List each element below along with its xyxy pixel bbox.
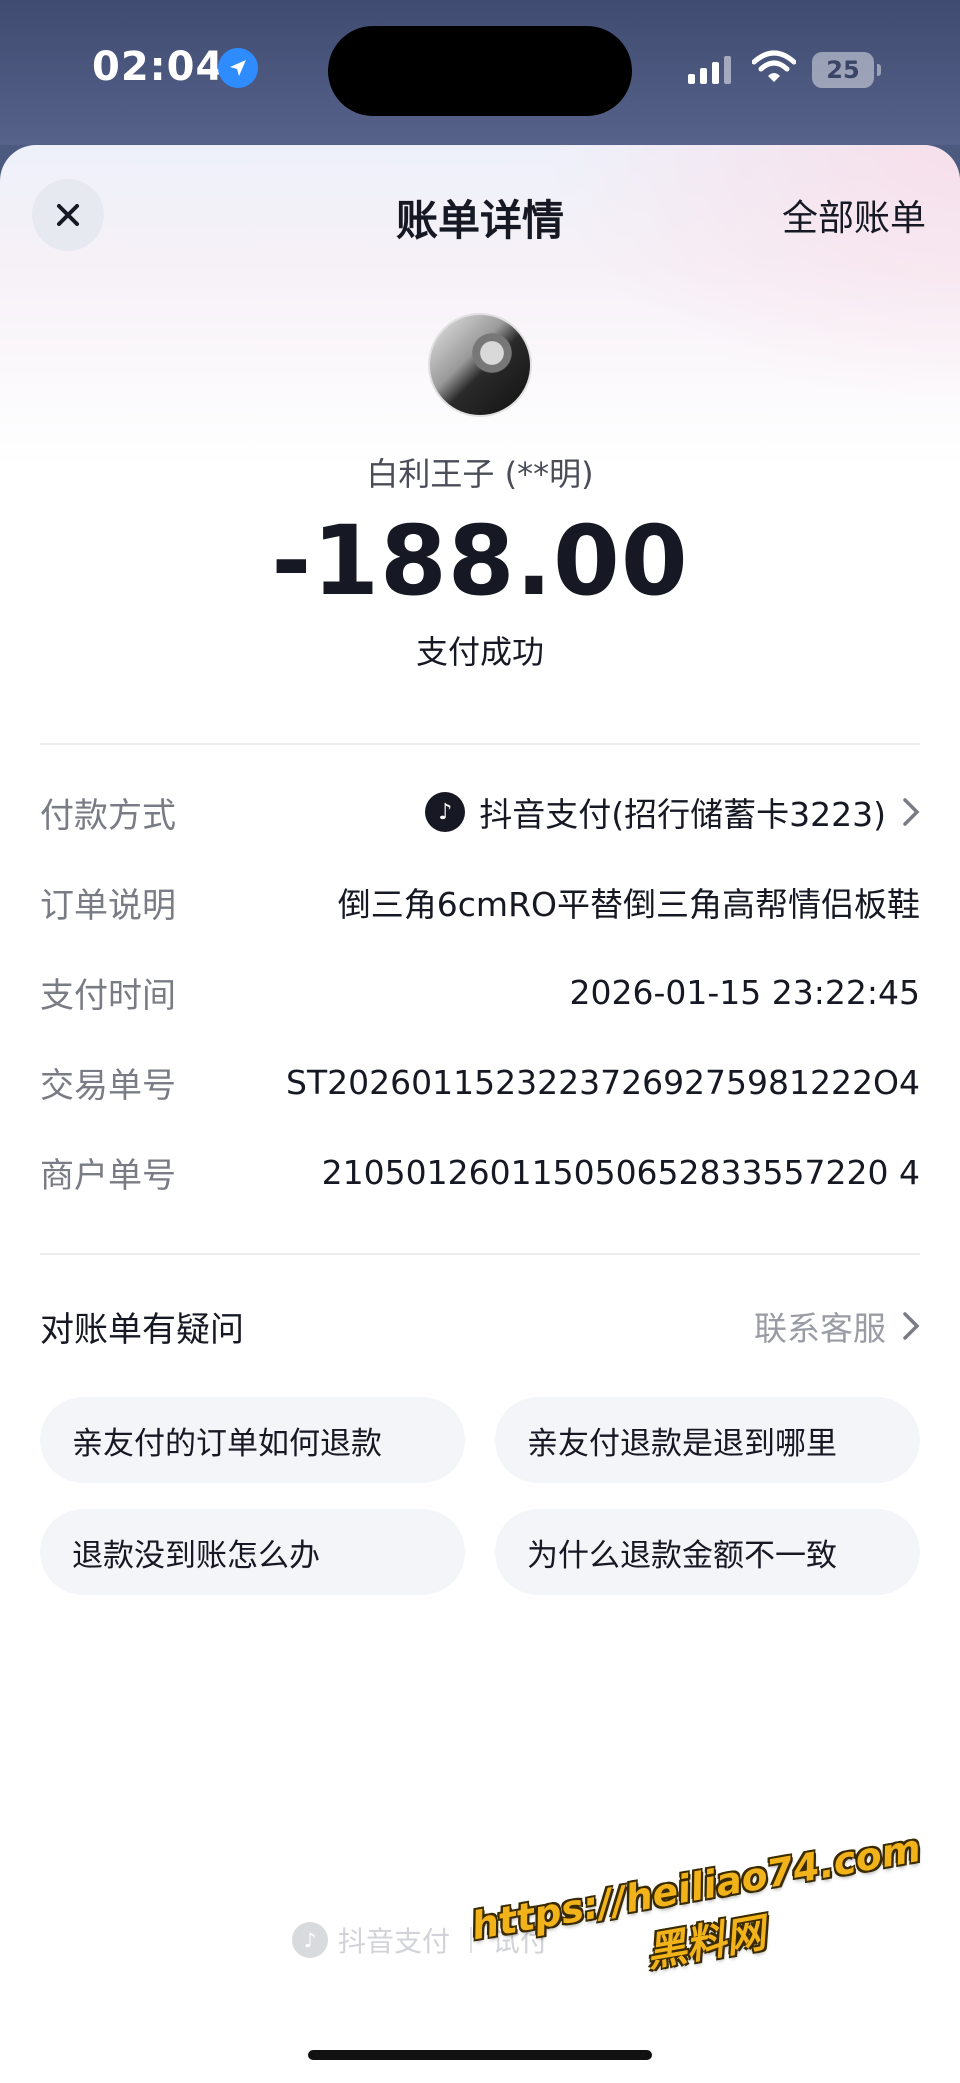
battery-level: 25 [826, 56, 860, 84]
detail-row-pay-time: 支付时间 2026-01-15 23:22:45 [40, 947, 920, 1037]
faq-chip[interactable]: 亲友付的订单如何退款 [40, 1397, 465, 1483]
detail-label: 交易单号 [40, 1065, 176, 1106]
footer-brand-label: 抖音支付 [338, 1925, 451, 1958]
detail-row-payment-method[interactable]: 付款方式 ♪ 抖音支付(招行储蓄卡3223) [40, 767, 920, 857]
detail-value: 倒三角6cmRO平替倒三角高帮情侣板鞋 [337, 885, 920, 924]
payment-amount: -188.00 [271, 505, 689, 617]
detail-value: ♪ 抖音支付(招行储蓄卡3223) [425, 788, 920, 836]
faq-chip[interactable]: 亲友付退款是退到哪里 [495, 1397, 920, 1483]
contact-service-link[interactable]: 联系客服 [754, 1302, 920, 1350]
detail-value: 2026-01-15 23:22:45 [569, 972, 920, 1012]
avatar [428, 313, 532, 417]
detail-label: 支付时间 [40, 975, 176, 1016]
contact-service-label: 联系客服 [754, 1309, 886, 1348]
help-row: 对账单有疑问 联系客服 [40, 1291, 920, 1361]
detail-list: 付款方式 ♪ 抖音支付(招行储蓄卡3223) 订单说明 倒三角6cmRO平替倒三… [40, 767, 920, 1217]
tiktok-pay-logo-icon: ♪ [292, 1922, 328, 1958]
help-title: 对账单有疑问 [40, 1309, 244, 1350]
status-bar: 02:04 25 [0, 0, 960, 145]
battery-icon: 25 [812, 52, 881, 88]
faq-grid: 亲友付的订单如何退款 亲友付退款是退到哪里 退款没到账怎么办 为什么退款金额不一… [40, 1397, 920, 1595]
wifi-icon [751, 50, 797, 88]
home-indicator [308, 2050, 652, 2060]
detail-label: 付款方式 [40, 795, 176, 836]
bill-detail-sheet: 账单详情 全部账单 白利王子 (**明) -188.00 支付成功 付款方式 ♪… [0, 145, 960, 2083]
payment-method-value: 抖音支付(招行储蓄卡3223) [479, 795, 886, 834]
dynamic-island [328, 26, 632, 116]
detail-row-transaction-no: 交易单号 ST20260115232237269275981222O4 [40, 1037, 920, 1127]
detail-label: 商户单号 [40, 1155, 176, 1196]
chevron-right-icon [902, 797, 920, 827]
detail-value: 210501260115050652833557220 4 [321, 1152, 920, 1192]
divider [40, 1253, 920, 1255]
faq-chip[interactable]: 退款没到账怎么办 [40, 1509, 465, 1595]
detail-value: ST20260115232237269275981222O4 [286, 1062, 920, 1102]
chevron-right-icon [902, 1311, 920, 1341]
faq-chip[interactable]: 为什么退款金额不一致 [495, 1509, 920, 1595]
detail-label: 订单说明 [40, 885, 176, 926]
payment-status: 支付成功 [415, 633, 544, 671]
detail-row-merchant-no: 商户单号 210501260115050652833557220 4 [40, 1127, 920, 1217]
signal-icon [688, 56, 731, 84]
divider [40, 743, 920, 745]
payee-name: 白利王子 (**明) [366, 455, 594, 493]
status-time: 02:04 [92, 44, 225, 90]
location-arrow-icon [218, 48, 258, 88]
detail-row-order-desc: 订单说明 倒三角6cmRO平替倒三角高帮情侣板鞋 [40, 857, 920, 947]
tiktok-icon: ♪ [425, 792, 466, 832]
watermark: https://heiliao74.com 黑料网 [468, 1826, 935, 2007]
all-bills-link[interactable]: 全部账单 [782, 189, 926, 241]
